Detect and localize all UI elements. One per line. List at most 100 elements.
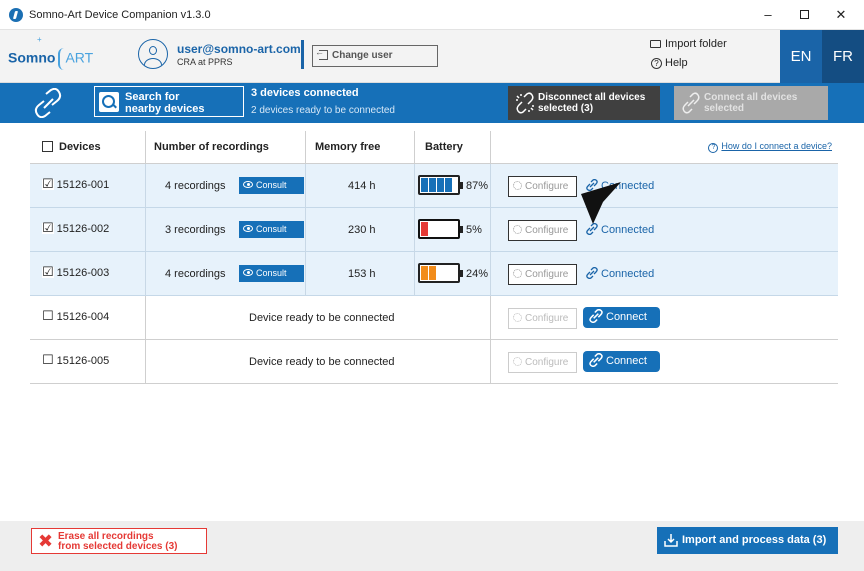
change-user-label: Change user [332,50,393,61]
maximize-button[interactable] [789,6,819,24]
connect-button[interactable]: Connect [583,307,660,328]
folder-icon [650,40,661,49]
minimize-button[interactable]: – [753,6,783,24]
gear-icon [513,312,522,322]
import-folder-label: Import folder [665,38,727,50]
battery-level [421,266,436,280]
device-name: ☑ 15126-001 [42,175,110,191]
gear-icon [513,268,522,278]
table-row[interactable]: ☑ 15126-003 4 recordings Consult 153 h 24… [30,252,838,296]
device-name: ☐ 15126-005 [42,351,110,367]
device-toolbar: Search for nearby devices 3 devices conn… [0,83,864,123]
table-row[interactable]: ☐ 15126-005 Device ready to be connected … [30,340,838,384]
user-role: CRA at PPRS [177,57,233,67]
ready-status-text: 2 devices ready to be connected [251,105,395,116]
disconnect-all-button[interactable]: Disconnect all devices selected (3) [508,86,660,120]
device-status-text: Device ready to be connected [249,312,395,324]
row-checkbox[interactable]: ☐ [42,353,54,366]
recordings-count: 3 recordings [165,224,226,236]
device-status-text: Device ready to be connected [249,356,395,368]
how-to-connect-link[interactable]: ? How do I connect a device? [708,141,832,153]
title-bar: Somno-Art Device Companion v1.3.0 – ✕ [0,0,864,30]
row-checkbox[interactable]: ☑ [42,221,54,234]
gear-icon [513,224,522,234]
erase-recordings-button[interactable]: ✖ Erase all recordings from selected dev… [31,528,207,554]
unlink-icon [516,92,534,114]
import-folder-link[interactable]: Import folder [650,38,727,50]
connect-all-button[interactable]: Connect all devices selected [674,86,828,120]
user-avatar-icon [138,39,168,69]
configure-button[interactable]: Configure [508,176,577,197]
row-checkbox[interactable]: ☑ [42,265,54,278]
close-button[interactable]: ✕ [826,6,856,24]
logo-text-somno: Somno [8,49,56,66]
question-icon: ? [651,57,662,69]
search-icon [99,92,119,112]
battery-icon [418,175,463,195]
configure-button[interactable]: Configure [508,308,577,329]
header-devices: Devices [42,131,101,164]
language-fr-button[interactable]: FR [822,30,864,83]
link-icon [586,267,598,280]
device-name: ☑ 15126-002 [42,219,110,235]
maximize-icon [799,10,809,20]
window-title: Somno-Art Device Companion v1.3.0 [29,9,211,21]
table-row[interactable]: ☑ 15126-001 4 recordings Consult 414 h 87… [30,164,838,208]
somno-art-logo: Somno ART [8,48,93,70]
device-name: ☐ 15126-004 [42,307,110,323]
connect-button[interactable]: Connect [583,351,660,372]
connect-all-label: Connect all devices selected [704,92,798,114]
header-memory: Memory free [315,141,381,153]
select-all-checkbox[interactable] [42,140,53,152]
link-icon [589,353,603,367]
consult-button[interactable]: Consult [239,177,304,194]
row-checkbox[interactable]: ☑ [42,177,54,190]
gear-icon [513,180,522,190]
app-logo-icon [9,8,23,22]
logo-arc [58,48,64,70]
link-icon [682,92,700,114]
question-icon: ? [708,143,719,153]
battery-percent: 24% [466,268,489,280]
download-icon [664,534,678,547]
battery-percent: 5% [466,224,482,236]
row-checkbox[interactable]: ☐ [42,309,54,322]
eye-icon [243,269,253,277]
configure-button[interactable]: Configure [508,220,577,241]
memory-free: 414 h [348,180,376,192]
user-email: user@somno-art.com [177,42,301,56]
configure-button[interactable]: Configure [508,264,577,285]
recordings-count: 4 recordings [165,180,226,192]
logo-star-icon: + [37,35,42,44]
consult-button[interactable]: Consult [239,221,304,238]
table-row[interactable]: ☑ 15126-002 3 recordings Consult 230 h 5%… [30,208,838,252]
memory-free: 230 h [348,224,376,236]
memory-free: 153 h [348,268,376,280]
app-header: + Somno ART user@somno-art.com CRA at PPR… [0,30,864,83]
recordings-count: 4 recordings [165,268,226,280]
link-icon [589,309,603,323]
help-link[interactable]: ? Help [651,57,688,69]
language-en-button[interactable]: EN [780,30,822,83]
search-nearby-devices-button[interactable]: Search for nearby devices [94,86,244,117]
import-process-label: Import and process data (3) [682,534,827,546]
logo-text-art: ART [65,49,94,66]
import-process-button[interactable]: Import and process data (3) [657,527,838,554]
header-battery: Battery [425,141,463,153]
configure-button[interactable]: Configure [508,352,577,373]
eye-icon [243,181,253,189]
battery-percent: 87% [466,180,489,192]
battery-icon [418,263,463,283]
link-icon [34,88,62,118]
battery-icon [418,219,463,239]
consult-button[interactable]: Consult [239,265,304,282]
gear-icon [513,356,522,366]
table-row[interactable]: ☐ 15126-004 Device ready to be connected … [30,296,838,340]
disconnect-all-label: Disconnect all devices selected (3) [538,92,646,114]
connected-status: Connected [586,267,654,280]
sign-in-icon [315,47,328,61]
footer-bar: ✖ Erase all recordings from selected dev… [0,521,864,571]
erase-recordings-label: Erase all recordings from selected devic… [58,531,178,552]
connected-status-text: 3 devices connected [251,87,359,99]
change-user-button[interactable]: Change user [312,45,438,67]
